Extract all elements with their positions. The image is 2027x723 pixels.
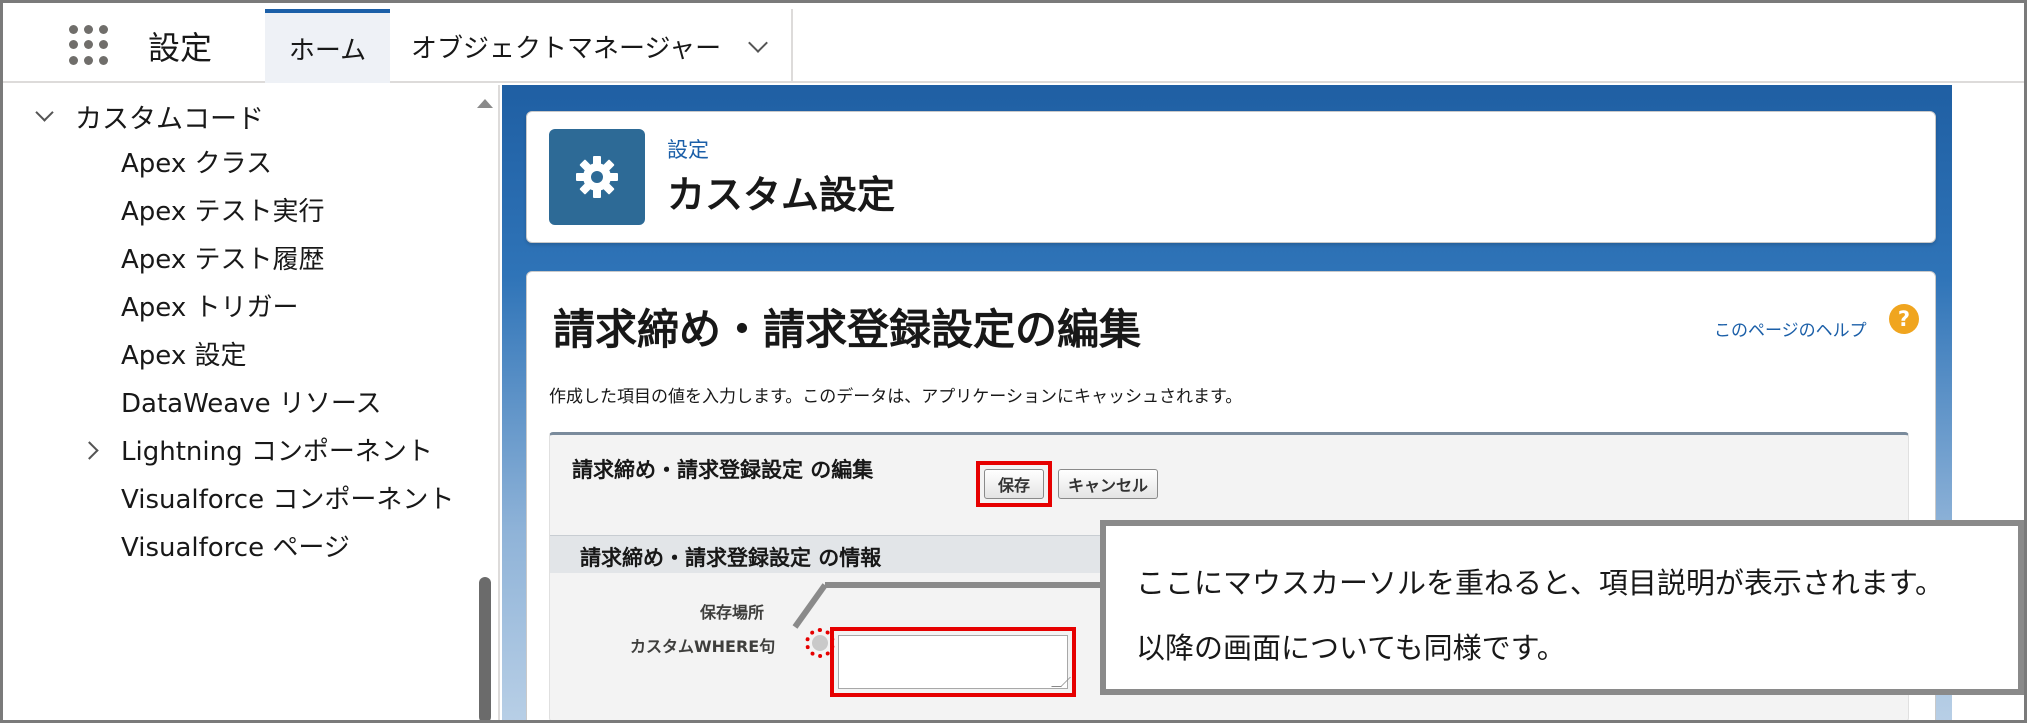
sidebar-section-custom-code[interactable]: カスタムコード	[35, 97, 264, 136]
setup-sidebar: カスタムコード Apex クラス Apex テスト実行 Apex テスト履歴 A…	[3, 85, 500, 720]
tab-home[interactable]: ホーム	[265, 9, 390, 83]
global-nav-bar: 設定 ホーム オブジェクトマネージャー	[3, 3, 2024, 83]
page-header-eyebrow: 設定	[667, 138, 709, 162]
sidebar-item-apex-settings[interactable]: Apex 設定	[121, 335, 246, 372]
tab-object-manager[interactable]: オブジェクトマネージャー	[393, 9, 794, 83]
chevron-right-icon	[83, 441, 101, 459]
chevron-down-icon	[35, 108, 53, 126]
help-link[interactable]: このページのヘルプ	[1714, 316, 1867, 341]
callout-text-line2: 以降の画面についても同様です。	[1136, 631, 1566, 665]
edit-form-title: 請求締め・請求登録設定 の編集	[572, 458, 874, 482]
save-button-highlight	[976, 461, 1052, 507]
page-description: 作成した項目の値を入力します。このデータは、アプリケーションにキャッシュされます…	[549, 387, 1243, 407]
page-title: 請求締め・請求登録設定の編集	[553, 305, 1142, 354]
section-title: 請求締め・請求登録設定 の情報	[580, 546, 882, 570]
app-launcher-icon[interactable]	[69, 25, 115, 65]
field-label-custom-where: カスタムWHERE句	[630, 637, 776, 656]
sidebar-item-visualforce-components[interactable]: Visualforce コンポーネント	[121, 479, 454, 516]
sidebar-item-apex-test-execution[interactable]: Apex テスト実行	[121, 191, 324, 228]
sidebar-item-apex-test-history[interactable]: Apex テスト履歴	[121, 239, 324, 276]
tab-object-manager-label: オブジェクトマネージャー	[411, 33, 722, 64]
help-icon[interactable]: ?	[1889, 304, 1919, 334]
sidebar-item-apex-class[interactable]: Apex クラス	[121, 143, 272, 180]
sidebar-item-dataweave-resources[interactable]: DataWeave リソース	[121, 383, 382, 420]
screenshot-frame: 設定 ホーム オブジェクトマネージャー カスタムコード Apex クラス Ape…	[0, 0, 2027, 723]
sidebar-section-label: カスタムコード	[75, 104, 264, 135]
chevron-down-icon[interactable]	[747, 35, 769, 57]
sidebar-scrollbar[interactable]	[479, 577, 491, 720]
input-highlight	[830, 627, 1076, 697]
page-header-title: カスタム設定	[667, 173, 896, 217]
cancel-button[interactable]: キャンセル	[1058, 469, 1158, 499]
sidebar-item-visualforce-pages[interactable]: Visualforce ページ	[121, 527, 350, 564]
sidebar-item-label: Lightning コンポーネント	[121, 437, 433, 467]
app-name: 設定	[148, 29, 213, 67]
sidebar-item-apex-trigger[interactable]: Apex トリガー	[121, 287, 298, 324]
callout-text-line1: ここにマウスカーソルを重ねると、項目説明が表示されます。	[1136, 566, 1944, 600]
annotation-callout: ここにマウスカーソルを重ねると、項目説明が表示されます。 以降の画面についても同…	[1100, 520, 2024, 695]
page-header-card: 設定 カスタム設定	[526, 111, 1936, 243]
sidebar-item-lightning-components[interactable]: Lightning コンポーネント	[83, 431, 433, 468]
scroll-up-arrow-icon[interactable]	[477, 99, 493, 108]
field-label-storage-location: 保存場所	[700, 603, 765, 622]
gear-icon	[549, 129, 645, 225]
